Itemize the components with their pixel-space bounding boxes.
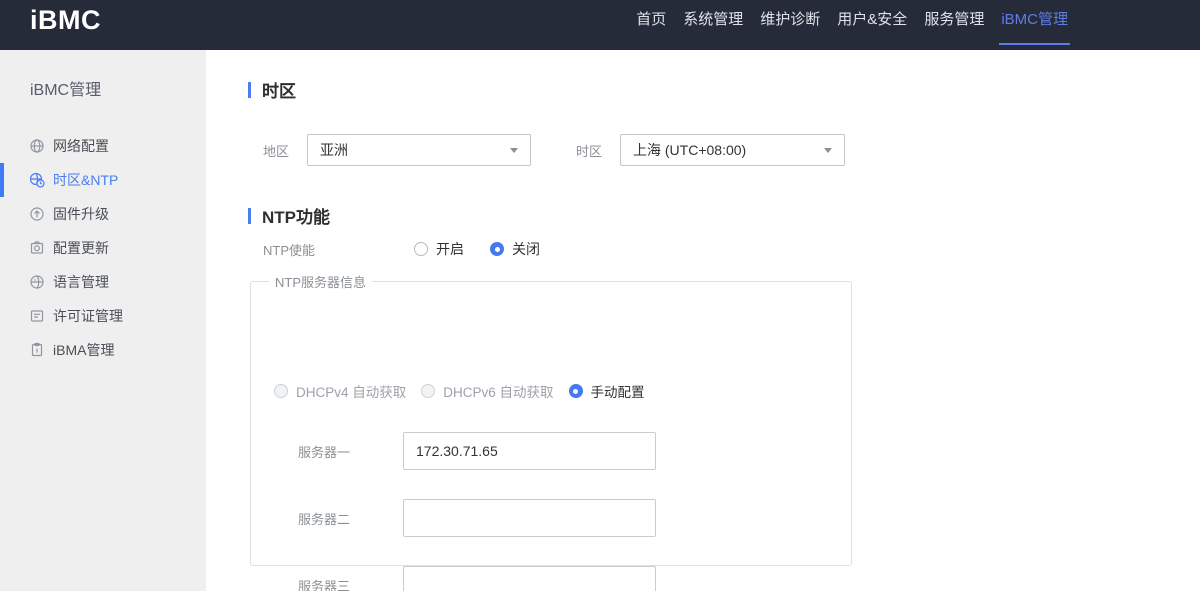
server-row: 服务器三 — [298, 566, 656, 591]
region-select-value: 亚洲 — [320, 142, 348, 158]
section-title-ntp: NTP功能 — [248, 203, 330, 228]
ntp-server-info-legend: NTP服务器信息 — [275, 275, 367, 290]
sidebar-item-network-config[interactable]: 网络配置 — [0, 129, 206, 163]
server-row: 服务器一 — [298, 432, 656, 470]
radio-option-label: DHCPv4 自动获取 — [296, 385, 407, 400]
region-select[interactable]: 亚洲 — [307, 134, 531, 166]
dhcpv6-auto-option: DHCPv6 自动获取 — [421, 381, 554, 401]
language-globe-icon — [29, 274, 45, 290]
page-layout: iBMC管理 网络配置 时区&NTP 固件升级 配置更新 语言管理 许可证管理 … — [0, 50, 1200, 591]
app-logo: iBMC — [30, 5, 101, 35]
radio-circle-disabled — [274, 384, 288, 398]
ntp-server-info-group: NTP服务器信息 DHCPv4 自动获取 DHCPv6 自动获取 手动配置 服务… — [250, 272, 852, 591]
ntp-enable-label: NTP使能 — [263, 242, 316, 258]
timezone-select[interactable]: 上海 (UTC+08:00) — [620, 134, 845, 166]
sidebar-item-label: 固件升级 — [53, 206, 109, 222]
radio-option-label: 手动配置 — [590, 385, 645, 400]
sidebar-item-label: iBMA管理 — [53, 342, 115, 358]
sidebar-item-config-update[interactable]: 配置更新 — [0, 231, 206, 265]
ntp-enable-off-option[interactable]: 关闭 — [490, 239, 540, 259]
nav-item-home[interactable]: 首页 — [636, 0, 666, 50]
sidebar-item-license-management[interactable]: 许可证管理 — [0, 299, 206, 333]
sidebar-item-language-management[interactable]: 语言管理 — [0, 265, 206, 299]
timezone-label: 时区 — [576, 143, 603, 159]
sidebar-menu: 网络配置 时区&NTP 固件升级 配置更新 语言管理 许可证管理 iBMA管理 — [0, 129, 206, 367]
radio-circle — [414, 242, 428, 256]
sidebar: iBMC管理 网络配置 时区&NTP 固件升级 配置更新 语言管理 许可证管理 … — [0, 50, 206, 591]
manual-config-option[interactable]: 手动配置 — [568, 381, 645, 401]
server-row: 服务器二 — [298, 499, 656, 537]
radio-option-label: DHCPv6 自动获取 — [443, 385, 554, 400]
ntp-enable-row: NTP使能 开启 关闭 — [263, 239, 566, 259]
sidebar-item-timezone-ntp[interactable]: 时区&NTP — [0, 163, 206, 197]
radio-circle-selected — [490, 242, 504, 256]
sidebar-item-firmware-upgrade[interactable]: 固件升级 — [0, 197, 206, 231]
nav-item-system-management[interactable]: 系统管理 — [683, 0, 743, 50]
app-header: iBMC 首页 系统管理 维护诊断 用户&安全 服务管理 iBMC管理 — [0, 0, 1200, 50]
config-update-icon — [29, 240, 45, 256]
section-accent-bar — [248, 207, 251, 224]
nav-item-service-management[interactable]: 服务管理 — [924, 0, 984, 50]
server-2-label: 服务器二 — [298, 511, 351, 527]
sidebar-title: iBMC管理 — [30, 82, 102, 99]
radio-option-label: 关闭 — [512, 241, 540, 257]
section-title-text: 时区 — [262, 82, 296, 101]
sidebar-item-label: 配置更新 — [53, 240, 109, 256]
section-title-timezone: 时区 — [248, 77, 296, 102]
ntp-server-2-input[interactable] — [403, 499, 656, 537]
sidebar-item-label: 时区&NTP — [53, 172, 119, 188]
nav-item-ibmc-management[interactable]: iBMC管理 — [999, 0, 1070, 50]
radio-circle-selected — [568, 384, 583, 398]
top-nav: 首页 系统管理 维护诊断 用户&安全 服务管理 iBMC管理 — [636, 0, 1070, 50]
sidebar-item-label: 网络配置 — [53, 138, 109, 154]
server-3-label: 服务器三 — [298, 578, 351, 591]
timezone-form-row: 地区 亚洲 时区 上海 (UTC+08:00) — [263, 134, 845, 166]
main-content: 时区 地区 亚洲 时区 上海 (UTC+08:00) NTP功能 NTP使能 开… — [206, 50, 1200, 591]
ntp-server-1-input[interactable] — [403, 432, 656, 470]
sidebar-item-label: 语言管理 — [53, 274, 109, 290]
sidebar-item-label: 许可证管理 — [53, 308, 123, 324]
nav-item-user-security[interactable]: 用户&安全 — [837, 0, 907, 50]
ntp-server-3-input[interactable] — [403, 566, 656, 591]
license-icon — [29, 308, 45, 324]
region-label: 地区 — [263, 143, 290, 159]
dhcpv4-auto-option: DHCPv4 自动获取 — [274, 381, 406, 401]
ibma-clipboard-icon — [29, 342, 45, 358]
nav-item-maintenance-diagnostics[interactable]: 维护诊断 — [760, 0, 820, 50]
upgrade-arrow-icon — [29, 206, 45, 222]
section-title-text: NTP功能 — [262, 208, 330, 227]
radio-circle-disabled — [421, 384, 436, 398]
chevron-down-icon — [510, 147, 518, 153]
chevron-down-icon — [824, 147, 832, 153]
ntp-server-mode-row: DHCPv4 自动获取 DHCPv6 自动获取 手动配置 — [274, 381, 660, 401]
timezone-select-value: 上海 (UTC+08:00) — [633, 142, 747, 158]
section-accent-bar — [248, 81, 251, 98]
timezone-clock-icon — [29, 172, 45, 188]
ntp-enable-on-option[interactable]: 开启 — [414, 239, 464, 259]
radio-option-label: 开启 — [436, 241, 464, 257]
server-1-label: 服务器一 — [298, 444, 351, 460]
globe-icon — [29, 138, 45, 154]
sidebar-item-ibma-management[interactable]: iBMA管理 — [0, 333, 206, 367]
